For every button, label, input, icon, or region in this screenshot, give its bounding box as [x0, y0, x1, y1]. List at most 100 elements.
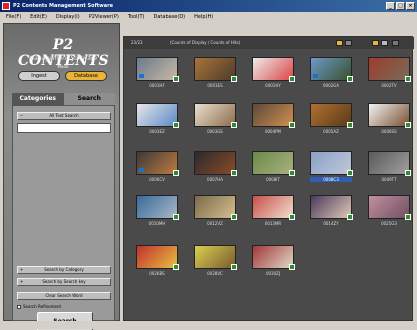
clip-thumbnail[interactable] — [136, 103, 179, 128]
clip-thumbnail[interactable] — [252, 57, 295, 82]
menu-tool[interactable]: Tool(T) — [128, 12, 145, 22]
menu-help[interactable]: Help(H) — [194, 12, 213, 22]
clip-thumbnail[interactable] — [368, 195, 411, 220]
clip-thumbnail[interactable] — [368, 57, 411, 82]
clip-thumbnail[interactable] — [252, 103, 295, 128]
clip-thumbnail[interactable] — [252, 151, 295, 176]
clip-name: 0005AZ — [323, 129, 339, 134]
clip-status-icon — [173, 214, 179, 220]
clip-item[interactable]: 0003GE — [194, 103, 237, 139]
checkbox-icon — [17, 304, 21, 309]
database-mode-button[interactable]: Database — [65, 71, 107, 81]
menu-edit[interactable]: Edit(E) — [30, 12, 47, 22]
clip-thumbnail[interactable] — [194, 57, 237, 82]
clip-thumbnail[interactable] — [252, 195, 295, 220]
clip-name: 0008C3 — [310, 177, 352, 182]
ingest-mode-button[interactable]: Ingest — [18, 71, 60, 81]
clip-thumbnail[interactable] — [194, 103, 237, 128]
clip-thumbnail[interactable] — [310, 103, 353, 128]
clip-thumbnail[interactable] — [194, 151, 237, 176]
collapse-icon: − — [20, 113, 24, 118]
clip-thumbnail[interactable] — [194, 195, 237, 220]
menu-display[interactable]: Display(I) — [56, 12, 80, 22]
clip-name: 0008IT — [266, 177, 280, 182]
clip-item[interactable]: 0008C3 — [310, 151, 353, 187]
search-refinement-label: Search Refinement — [23, 304, 62, 309]
tab-categories[interactable]: Categories — [12, 93, 64, 105]
clip-thumbnail[interactable] — [136, 57, 179, 82]
clip-item[interactable]: 0004PM — [252, 103, 295, 139]
clip-thumbnail[interactable] — [136, 195, 179, 220]
large-thumb-icon[interactable] — [372, 40, 379, 46]
clip-name: 0001HF — [149, 83, 165, 88]
clip-name: 0025G3 — [381, 221, 397, 226]
clip-thumbnail[interactable] — [310, 57, 353, 82]
app-icon — [2, 2, 10, 10]
clip-item[interactable]: 0014ZY — [310, 195, 353, 231]
clip-name: 0003EZ — [149, 129, 165, 134]
clip-item[interactable]: 0003EZ — [136, 103, 179, 139]
close-button[interactable]: × — [406, 2, 415, 10]
clip-item[interactable]: 0005AZ — [310, 103, 353, 139]
clip-thumbnail[interactable] — [368, 103, 411, 128]
clip-thumbnail[interactable] — [136, 151, 179, 176]
medium-thumb-icon[interactable] — [381, 40, 388, 46]
clip-browser-header: 23/23 (Counts of Display / Counts of Hit… — [124, 37, 414, 49]
maximize-button[interactable]: □ — [396, 2, 405, 10]
clip-thumbnail[interactable] — [136, 245, 179, 270]
clip-status-icon — [405, 76, 411, 82]
clip-status-icon — [231, 214, 237, 220]
logo-subtitle: Management Software — [28, 55, 98, 62]
clip-status-icon — [347, 122, 353, 128]
clip-item[interactable]: 0006SS — [368, 103, 411, 139]
clip-item[interactable]: 0028VC — [194, 245, 237, 281]
left-panel: P2 CONTENTS Management Software Mode Ing… — [3, 23, 120, 330]
clip-item[interactable]: 0010MH — [136, 195, 179, 231]
clip-item[interactable]: 0002TV — [368, 57, 411, 93]
clip-item[interactable]: 0025G3 — [368, 195, 411, 231]
clip-thumbnail[interactable] — [368, 151, 411, 176]
minimize-button[interactable]: _ — [386, 2, 395, 10]
clip-item[interactable]: 0001ES — [194, 57, 237, 93]
clip-thumbnail[interactable] — [252, 245, 295, 270]
clip-item[interactable]: 0026BS — [136, 245, 179, 281]
all-text-search-header[interactable]: − All Text Search — [17, 112, 111, 120]
clip-item[interactable]: 0013MR — [252, 195, 295, 231]
clip-marker-icon — [313, 74, 318, 78]
menu-p2viewer[interactable]: P2Viewer(P) — [89, 12, 119, 22]
clip-name: 0003GE — [207, 129, 223, 134]
clip-status-icon — [173, 122, 179, 128]
window-title: P2 Contents Management Software — [13, 3, 113, 9]
small-thumb-icon[interactable] — [392, 40, 399, 46]
clip-item[interactable]: 0006CV — [136, 151, 179, 187]
clip-thumbnail[interactable] — [194, 245, 237, 270]
search-by-category-button[interactable]: + Search by Category — [17, 266, 111, 274]
clip-status-icon — [231, 170, 237, 176]
clip-name: 0006SS — [381, 129, 397, 134]
clip-item[interactable]: 0001HY — [252, 57, 295, 93]
search-by-keyword-button[interactable]: + Search by Search key — [17, 278, 111, 286]
menu-database[interactable]: Database(D) — [154, 12, 186, 22]
list-view-icon[interactable] — [345, 40, 352, 46]
clip-item[interactable]: 0030ZJ — [252, 245, 295, 281]
clip-thumbnail[interactable] — [310, 151, 353, 176]
clip-status-icon — [289, 264, 295, 270]
search-by-keyword-label: Search by Search key — [42, 279, 86, 284]
tab-search[interactable]: Search — [63, 93, 115, 105]
clip-item[interactable]: 0012VZ — [194, 195, 237, 231]
clear-search-button[interactable]: Clear Search Word — [17, 292, 111, 300]
clip-item[interactable]: 0002GA — [310, 57, 353, 93]
clip-status-icon — [289, 170, 295, 176]
clip-item[interactable]: 0009TT — [368, 151, 411, 187]
clip-item[interactable]: 0007HA — [194, 151, 237, 187]
search-text-input[interactable] — [17, 123, 111, 133]
mode-label: Mode — [57, 64, 69, 69]
clip-item[interactable]: 0001HF — [136, 57, 179, 93]
clip-thumbnail[interactable] — [310, 195, 353, 220]
search-refinement-checkbox[interactable]: Search Refinement — [17, 304, 61, 309]
all-text-search-label: All Text Search — [49, 113, 79, 118]
clip-item[interactable]: 0008IT — [252, 151, 295, 187]
menu-file[interactable]: File(F) — [6, 12, 21, 22]
thumbnail-view-icon[interactable] — [336, 40, 343, 46]
clip-name: 0028VC — [207, 271, 223, 276]
